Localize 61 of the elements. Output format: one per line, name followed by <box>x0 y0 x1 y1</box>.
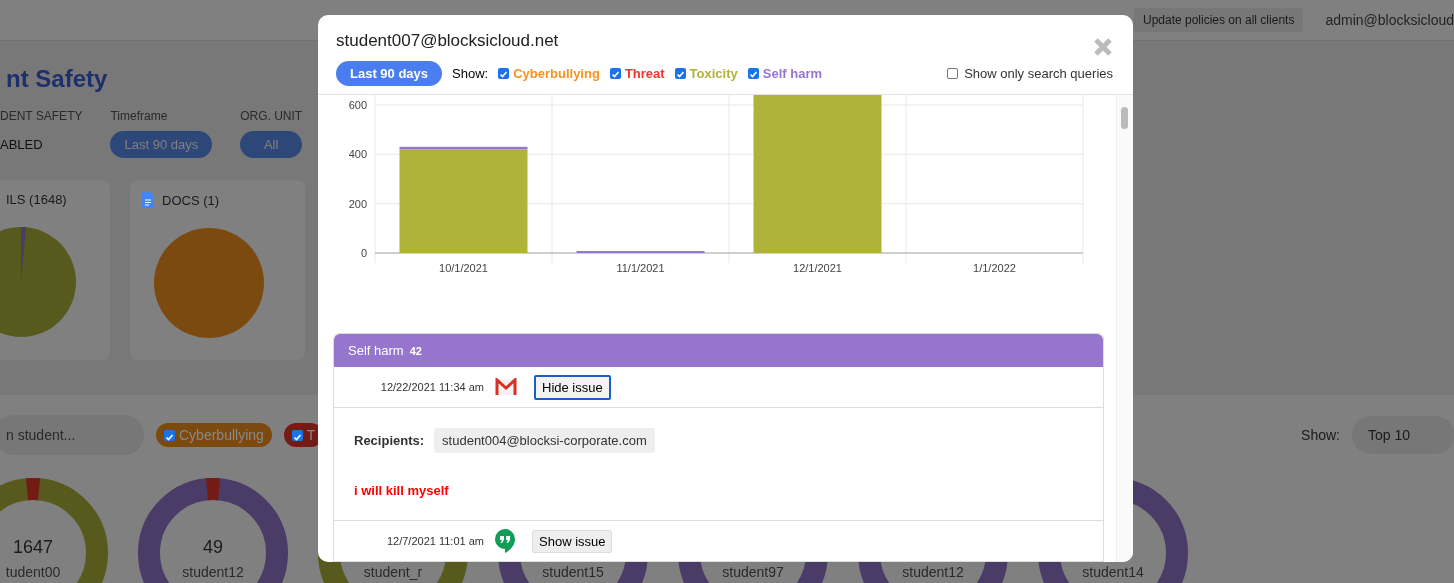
flagged-message: i will kill myself <box>354 483 450 498</box>
filter-label: DENT SAFETY <box>0 109 83 123</box>
student-name[interactable]: student14 <box>1082 564 1144 580</box>
scrollbar[interactable] <box>1116 95 1133 562</box>
show-label: Show: <box>1301 427 1340 443</box>
x-tick-label: 1/1/2022 <box>973 262 1016 274</box>
search-field[interactable]: n student... <box>0 415 144 455</box>
chat-bubble-icon <box>494 528 516 554</box>
header-button[interactable]: Update policies on all clients <box>1133 8 1304 32</box>
filter-pill[interactable]: All <box>240 131 303 158</box>
modal-title: student007@blocksicloud.net <box>336 31 559 51</box>
document-icon <box>142 192 154 208</box>
top-select[interactable]: Top 10 <box>1352 416 1454 454</box>
filter-pill[interactable]: Last 90 days <box>110 131 213 158</box>
checkbox[interactable] <box>747 68 759 79</box>
y-tick-label: 600 <box>348 98 367 111</box>
category-checkbox[interactable]: Threat <box>609 66 665 81</box>
filter-label: Timeframe <box>110 109 169 123</box>
student-name[interactable]: student97 <box>722 564 784 580</box>
student-name[interactable]: student_r <box>363 564 423 580</box>
recipient-chip: student004@blocksi-corporate.com <box>434 428 655 453</box>
timeframe-pill[interactable]: Last 90 days <box>336 61 443 86</box>
y-tick-label: 200 <box>348 197 367 210</box>
x-tick-label: 11/1/2021 <box>616 262 665 274</box>
issue-toggle-button[interactable]: Hide issue <box>534 374 611 400</box>
page-title: nt Safety <box>6 65 108 93</box>
card-title: DOCS (1) <box>162 192 220 208</box>
student-count: 49 <box>203 537 223 558</box>
card-title: ILS (1648) <box>6 192 67 207</box>
issue-date: 12/22/2021 11:34 am <box>379 381 484 393</box>
scrollbar-thumb[interactable] <box>1121 107 1128 129</box>
x-tick-label: 12/1/2021 <box>793 262 842 274</box>
student-name[interactable]: tudent00 <box>5 564 61 580</box>
student-name[interactable]: student12 <box>182 564 244 580</box>
filter-label: ORG. UNIT <box>240 109 303 123</box>
category-checkbox[interactable]: Self harm <box>747 66 823 81</box>
mail-icon <box>494 378 518 396</box>
filter-value: ABLED <box>0 137 44 152</box>
issue-toggle-button[interactable]: Show issue <box>532 529 613 553</box>
checkbox[interactable] <box>291 429 303 441</box>
student-count: 1647 <box>12 537 53 558</box>
student-name[interactable]: student15 <box>542 564 604 580</box>
checkbox[interactable] <box>498 68 510 79</box>
x-tick-label: 10/1/2021 <box>439 262 488 274</box>
category-checkbox[interactable]: Toxicity <box>674 66 738 81</box>
issue-date: 12/7/2021 11:01 am <box>385 535 484 547</box>
student-name[interactable]: student12 <box>902 564 964 580</box>
y-tick-label: 400 <box>348 148 367 161</box>
checkbox-label[interactable]: Show only search queries <box>964 66 1113 81</box>
recipients-label: Recipients: <box>354 433 425 448</box>
issue-count: 42 <box>409 345 422 357</box>
checkbox[interactable] <box>164 429 175 441</box>
checkbox[interactable] <box>674 68 686 79</box>
checkbox[interactable] <box>947 68 959 79</box>
show-label: Show: <box>452 66 489 81</box>
panel-title: Self harm <box>348 343 404 358</box>
checkbox[interactable] <box>609 68 621 79</box>
y-tick-label: 0 <box>360 247 367 259</box>
filter-chip[interactable]: Cyberbullying <box>156 423 272 447</box>
category-checkbox[interactable]: Cyberbullying <box>498 66 600 81</box>
user-email[interactable]: admin@blocksicloud <box>1325 12 1454 28</box>
